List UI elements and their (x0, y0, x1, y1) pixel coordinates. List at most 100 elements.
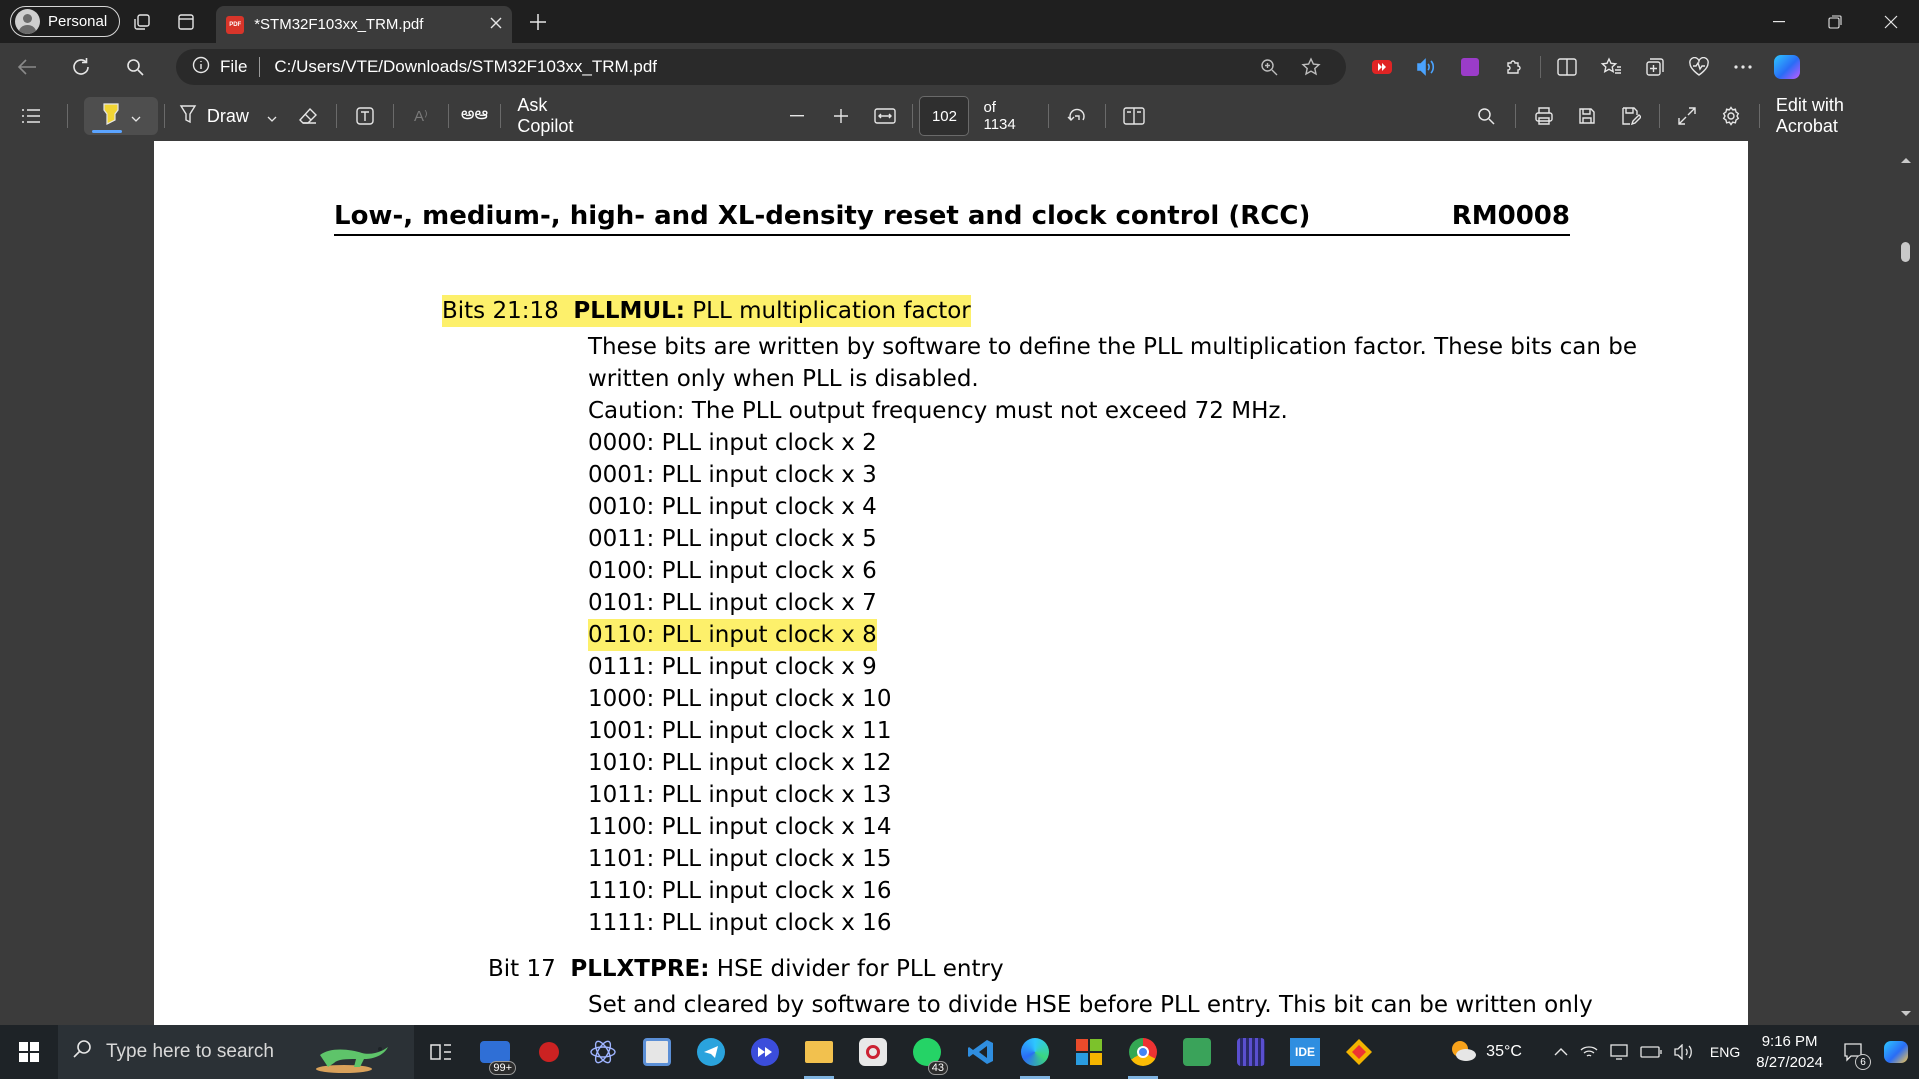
more-options-icon[interactable] (1721, 47, 1765, 87)
display-icon[interactable] (1604, 1044, 1634, 1060)
video-extension-icon[interactable] (1360, 47, 1404, 87)
print-icon[interactable] (1522, 96, 1566, 136)
read-aloud-icon[interactable] (1404, 47, 1448, 87)
chevron-up-icon[interactable] (1548, 1048, 1574, 1056)
weather-icon (1448, 1037, 1478, 1068)
zoom-icon[interactable] (1248, 58, 1290, 76)
contents-icon[interactable] (0, 96, 61, 136)
back-button[interactable] (0, 47, 54, 87)
zoom-in-icon[interactable] (819, 96, 863, 136)
extension-purple-icon[interactable] (1448, 47, 1492, 87)
close-window-button[interactable] (1863, 0, 1919, 43)
minimize-button[interactable] (1751, 0, 1807, 43)
copilot-taskbar-icon[interactable] (1873, 1041, 1919, 1063)
volume-icon[interactable] (1668, 1044, 1700, 1060)
tab-title: *STM32F103xx_TRM.pdf (254, 16, 424, 33)
telegram-icon[interactable] (684, 1025, 738, 1079)
lizard-highlight-icon (314, 1033, 394, 1079)
pllxtpre-heading: Bit 17 PLLXTPRE: HSE divider for PLL ent… (488, 953, 1004, 985)
mail-badge: 99+ (489, 1061, 516, 1075)
bits-label: Bit 17 (488, 956, 556, 982)
restore-button[interactable] (1807, 0, 1863, 43)
translate-button[interactable]: అఆ (455, 96, 495, 136)
stm32-ide-icon[interactable]: IDE (1278, 1025, 1332, 1079)
save-icon[interactable] (1565, 96, 1609, 136)
read-aloud-button[interactable]: A⁾ (400, 96, 442, 136)
address-bar[interactable]: File C:/Users/VTE/Downloads/STM32F103xx_… (176, 49, 1346, 85)
copilot-icon[interactable] (1765, 47, 1809, 87)
edit-with-acrobat-button[interactable]: Edit with Acrobat (1766, 95, 1919, 136)
app-camera-icon[interactable] (846, 1025, 900, 1079)
favorite-star-icon[interactable] (1290, 57, 1332, 77)
profile-button[interactable]: Personal (10, 6, 121, 37)
vscode-icon[interactable] (954, 1025, 1008, 1079)
weather-widget[interactable]: 35°C (1442, 1037, 1528, 1068)
eraser-icon[interactable] (285, 96, 331, 136)
browser-essentials-icon[interactable] (1677, 47, 1721, 87)
notifications-icon[interactable]: 6 (1833, 1042, 1873, 1070)
highlighter-icon (101, 102, 121, 130)
search-placeholder: Type here to search (106, 1041, 274, 1062)
task-view-icon[interactable] (414, 1025, 468, 1079)
chrome-icon[interactable] (1116, 1025, 1170, 1079)
find-icon[interactable] (1463, 96, 1509, 136)
app-atom-icon[interactable] (576, 1025, 630, 1079)
value-line: 0010: PLL input clock x 4 (588, 494, 877, 520)
scroll-thumb[interactable] (1901, 242, 1910, 262)
app-red-icon[interactable] (522, 1025, 576, 1079)
value-line: 0101: PLL input clock x 7 (588, 590, 877, 616)
save-as-icon[interactable] (1609, 96, 1653, 136)
refresh-button[interactable] (54, 47, 108, 87)
text-box-icon[interactable] (343, 96, 387, 136)
workspaces-icon[interactable] (120, 4, 164, 40)
clock[interactable]: 9:16 PM 8/27/2024 (1746, 1031, 1833, 1073)
address-bar-row: File C:/Users/VTE/Downloads/STM32F103xx_… (0, 43, 1919, 91)
info-icon[interactable] (192, 56, 210, 79)
language-indicator[interactable]: ENG (1704, 1044, 1746, 1060)
ask-copilot-button[interactable]: Ask Copilot (507, 95, 617, 136)
edge-browser-icon[interactable] (1008, 1025, 1062, 1079)
app-tiles-icon[interactable] (1062, 1025, 1116, 1079)
scroll-down-icon[interactable] (1900, 1005, 1912, 1023)
scroll-up-icon[interactable] (1900, 151, 1912, 169)
close-tab-icon[interactable] (490, 16, 502, 33)
ide-label: IDE (1290, 1038, 1320, 1066)
tab-actions-icon[interactable] (164, 4, 208, 40)
split-screen-icon[interactable] (1545, 47, 1589, 87)
taskbar-search[interactable]: Type here to search (58, 1025, 414, 1079)
favorites-icon[interactable] (1589, 47, 1633, 87)
fit-width-icon[interactable] (863, 96, 907, 136)
chevron-down-icon[interactable] (131, 106, 141, 127)
collections-icon[interactable] (1633, 47, 1677, 87)
rotate-icon[interactable] (1055, 96, 1099, 136)
fullscreen-icon[interactable] (1666, 96, 1710, 136)
new-tab-button[interactable] (518, 4, 558, 40)
search-icon[interactable] (108, 47, 162, 87)
page-view-icon[interactable] (1112, 96, 1158, 136)
url-text[interactable]: C:/Users/VTE/Downloads/STM32F103xx_TRM.p… (274, 57, 1248, 77)
chevron-down-icon[interactable] (267, 106, 277, 127)
pdf-viewer[interactable]: Low-, medium-, high- and XL-density rese… (0, 141, 1919, 1025)
header-ref: RM0008 (1451, 201, 1570, 231)
app-grid-icon[interactable] (1224, 1025, 1278, 1079)
scrollbar[interactable] (1892, 141, 1919, 1025)
whatsapp-icon[interactable]: 43 (900, 1025, 954, 1079)
page-number-input[interactable] (919, 96, 970, 136)
settings-gear-icon[interactable] (1709, 96, 1753, 136)
app-diamond-icon[interactable] (1332, 1025, 1386, 1079)
windows-start-icon[interactable] (0, 1025, 58, 1079)
file-explorer-icon[interactable] (792, 1025, 846, 1079)
tab-active[interactable]: PDF *STM32F103xx_TRM.pdf (216, 6, 513, 43)
battery-icon[interactable] (1634, 1046, 1668, 1058)
app-window-icon[interactable] (630, 1025, 684, 1079)
app-forward-icon[interactable] (738, 1025, 792, 1079)
extensions-puzzle-icon[interactable] (1492, 47, 1536, 87)
zoom-out-icon[interactable] (776, 96, 820, 136)
value-line: 0001: PLL input clock x 3 (588, 462, 877, 488)
app-green-icon[interactable] (1170, 1025, 1224, 1079)
draw-button[interactable]: Draw (171, 96, 285, 136)
mail-app-icon[interactable]: 99+ (468, 1025, 522, 1079)
highlight-button[interactable] (84, 97, 158, 135)
wifi-icon[interactable] (1574, 1044, 1604, 1060)
value-line: 0000: PLL input clock x 2 (588, 430, 877, 456)
